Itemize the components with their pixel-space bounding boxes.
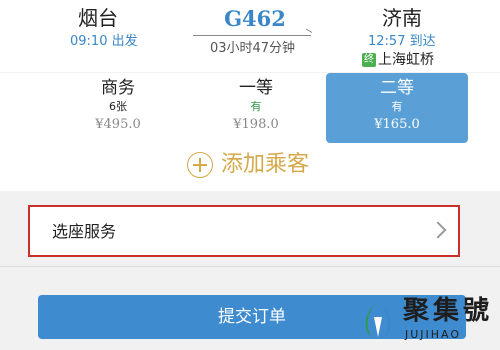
seat-name: 二等: [380, 78, 414, 98]
watermark-logo-icon: [365, 302, 391, 337]
train-number: G462: [224, 6, 286, 31]
seat-name: 一等: [239, 78, 273, 98]
terminal-badge-icon: 终: [362, 53, 376, 67]
trip-summary: 烟台 09:10 出发 G462 03小时47分钟 济南 12:57 到达 终 …: [0, 0, 500, 72]
seat-availability: 有: [250, 100, 262, 113]
seat-selection-service-row[interactable]: 选座服务: [28, 205, 460, 257]
seat-price: ¥165.0: [374, 117, 420, 132]
trip-duration: 03小时47分钟: [209, 41, 296, 56]
add-passenger-button[interactable]: 添加乘客: [187, 152, 309, 178]
seat-price: ¥495.0: [95, 117, 141, 132]
terminal-station: 终 上海虹桥: [362, 52, 434, 68]
add-passenger-row: 添加乘客: [0, 145, 500, 191]
seat-class-selector: 商务 6张 ¥495.0 一等 有 ¥198.0 二等 有 ¥165.0: [0, 73, 500, 145]
arrival-station: 济南: [382, 6, 422, 30]
seat-option-business[interactable]: 商务 6张 ¥495.0: [48, 73, 188, 143]
divider: [0, 266, 500, 267]
seat-option-second-class[interactable]: 二等 有 ¥165.0: [326, 73, 468, 143]
chevron-right-icon: [429, 221, 447, 239]
seat-name: 商务: [101, 78, 135, 98]
watermark: 聚集號 JUJIHAO: [355, 295, 495, 350]
terminal-station-name: 上海虹桥: [378, 52, 434, 68]
seat-option-first-class[interactable]: 一等 有 ¥198.0: [186, 73, 326, 143]
watermark-subtitle: JUJIHAO: [405, 328, 462, 341]
add-passenger-label: 添加乘客: [221, 152, 310, 177]
seat-service-label: 选座服务: [52, 222, 117, 241]
watermark-title: 聚集號: [403, 296, 494, 326]
seat-price: ¥198.0: [233, 117, 279, 132]
route-arrow-icon: [193, 35, 311, 36]
plus-circle-icon: [187, 152, 213, 178]
seat-availability: 有: [391, 100, 403, 113]
departure-station: 烟台: [78, 6, 118, 30]
departure-time: 09:10 出发: [70, 34, 138, 49]
arrival-time: 12:57 到达: [368, 34, 436, 49]
seat-availability: 6张: [109, 100, 127, 113]
